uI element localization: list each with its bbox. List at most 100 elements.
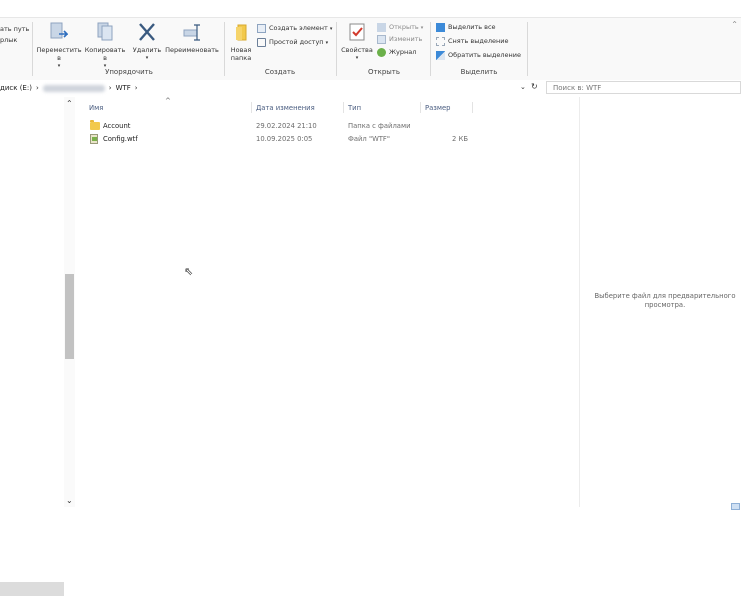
column-divider[interactable] [343, 102, 344, 113]
delete-button[interactable]: Удалить ▾ [131, 22, 163, 62]
file-name: Account [103, 122, 131, 130]
dropdown-arrow-icon: ▾ [329, 26, 333, 32]
group-separator [224, 22, 225, 76]
file-size: 2 КБ [452, 135, 468, 143]
move-to-button[interactable]: Переместить в ▾ [36, 22, 82, 70]
paste-shortcut-button[interactable]: рлык [0, 34, 17, 46]
address-bar-row: диск (E:) › › WTF › ⌄ ↻ Поиск в: WTF [0, 80, 741, 96]
select-none-label: Снять выделение [448, 37, 509, 45]
group-separator [336, 22, 337, 76]
paste-shortcut-label: рлык [0, 36, 18, 44]
file-type: Файл "WTF" [348, 135, 390, 143]
preview-message-line1: Выберите файл для предварительного [594, 292, 736, 300]
file-date: 10.09.2025 0:05 [256, 135, 313, 143]
column-divider[interactable] [420, 102, 421, 113]
copy-to-button[interactable]: Копировать в ▾ [84, 22, 126, 70]
new-folder-icon [236, 24, 247, 41]
organize-group-label: Упорядочить [105, 68, 153, 76]
ribbon-collapse-icon[interactable]: ⌃ [731, 20, 738, 29]
open-label: Открыть [389, 23, 419, 31]
copy-path-label: ать путь [0, 25, 30, 33]
mouse-pointer-icon: ⇖ [184, 265, 194, 278]
nav-scroll-thumb[interactable] [65, 274, 74, 359]
select-all-label: Выделить все [448, 23, 496, 31]
open-icon [377, 22, 386, 32]
breadcrumb-blurred-segment[interactable] [42, 84, 105, 92]
details-view-icon[interactable] [731, 503, 740, 510]
folder-icon [90, 120, 100, 130]
dropdown-arrow-icon: ▾ [325, 40, 329, 46]
create-group-label: Создать [264, 68, 296, 76]
invert-selection-label: Обратить выделение [448, 51, 522, 59]
dropdown-arrow-icon: ▾ [145, 55, 149, 61]
file-name: Config.wtf [103, 135, 138, 143]
breadcrumb-separator-icon: › [134, 84, 138, 92]
group-separator [32, 22, 33, 76]
open-button[interactable]: Открыть ▾ [377, 21, 423, 33]
file-type: Папка с файлами [348, 122, 411, 130]
select-none-button[interactable]: Снять выделение [436, 35, 508, 47]
file-date: 29.02.2024 21:10 [256, 122, 317, 130]
select-group-label: Выделить [460, 68, 498, 76]
address-history-chevron-icon[interactable]: ⌄ [520, 83, 526, 91]
new-item-button[interactable]: Создать элемент ▾ [257, 22, 332, 34]
rename-label: Переименовать [165, 46, 219, 54]
nav-selected-item[interactable] [0, 582, 64, 596]
rename-icon [183, 24, 200, 41]
select-none-icon [436, 36, 445, 46]
breadcrumb-separator-icon: › [35, 84, 39, 92]
new-folder-button[interactable]: Новая папка [227, 22, 255, 62]
open-group-label: Открыть [368, 68, 400, 76]
history-label: Журнал [389, 48, 417, 56]
column-divider[interactable] [472, 102, 473, 113]
select-all-button[interactable]: Выделить все [436, 21, 496, 33]
column-header-size[interactable]: Размер [425, 104, 451, 112]
easy-access-label: Простой доступ [269, 38, 324, 46]
scroll-up-icon[interactable]: ⌃ [66, 99, 73, 108]
properties-button[interactable]: Свойства ▾ [340, 22, 374, 62]
preview-message: Выберите файл для предварительного просм… [580, 292, 741, 310]
file-icon [90, 134, 98, 144]
rename-button[interactable]: Переименовать [164, 22, 220, 54]
copy-to-icon [97, 22, 113, 41]
new-item-icon [257, 23, 266, 33]
edit-icon [377, 34, 386, 44]
column-header-type[interactable]: Тип [348, 104, 361, 112]
new-folder-label: Новая папка [230, 46, 252, 62]
copy-to-label: Копировать в [84, 46, 126, 62]
column-header-name[interactable]: Имя [89, 104, 103, 112]
edit-label: Изменить [389, 35, 423, 43]
scroll-down-icon[interactable]: ⌄ [66, 496, 73, 505]
table-row[interactable]: Config.wtf 10.09.2025 0:05 Файл "WTF" 2 … [76, 134, 576, 146]
column-header-date[interactable]: Дата изменения [256, 104, 315, 112]
preview-pane: Выберите файл для предварительного просм… [580, 97, 741, 507]
invert-selection-icon [436, 50, 445, 60]
easy-access-icon [257, 37, 266, 47]
search-input[interactable]: Поиск в: WTF [546, 81, 741, 94]
nav-scrollbar[interactable]: ⌃ ⌄ [64, 97, 75, 507]
navigation-pane[interactable] [0, 97, 64, 596]
file-list[interactable]: ^ Имя Дата изменения Тип Размер Account … [76, 97, 579, 507]
sort-ascending-icon: ^ [165, 97, 171, 105]
properties-icon [349, 23, 365, 41]
invert-selection-button[interactable]: Обратить выделение [436, 49, 521, 61]
ribbon: ⌃ ать путь рлык Переместить в ▾ Копирова… [0, 17, 741, 81]
properties-label: Свойства [341, 46, 373, 54]
column-divider[interactable] [251, 102, 252, 113]
delete-icon [139, 23, 155, 41]
history-button[interactable]: Журнал [377, 46, 416, 58]
group-separator [430, 22, 431, 76]
dropdown-arrow-icon: ▾ [420, 25, 424, 31]
breadcrumb-separator-icon: › [108, 84, 112, 92]
preview-message-line2: просмотра. [644, 301, 686, 309]
dropdown-arrow-icon: ▾ [355, 55, 359, 61]
select-all-icon [436, 22, 445, 32]
edit-button[interactable]: Изменить [377, 33, 422, 45]
refresh-icon[interactable]: ↻ [531, 82, 538, 91]
address-bar[interactable]: диск (E:) › › WTF › [0, 82, 528, 94]
table-row[interactable]: Account 29.02.2024 21:10 Папка с файлами [76, 120, 576, 133]
breadcrumb-drive[interactable]: диск (E:) [0, 84, 32, 92]
easy-access-button[interactable]: Простой доступ ▾ [257, 36, 328, 48]
group-separator [527, 22, 528, 76]
breadcrumb-current[interactable]: WTF [116, 84, 131, 92]
